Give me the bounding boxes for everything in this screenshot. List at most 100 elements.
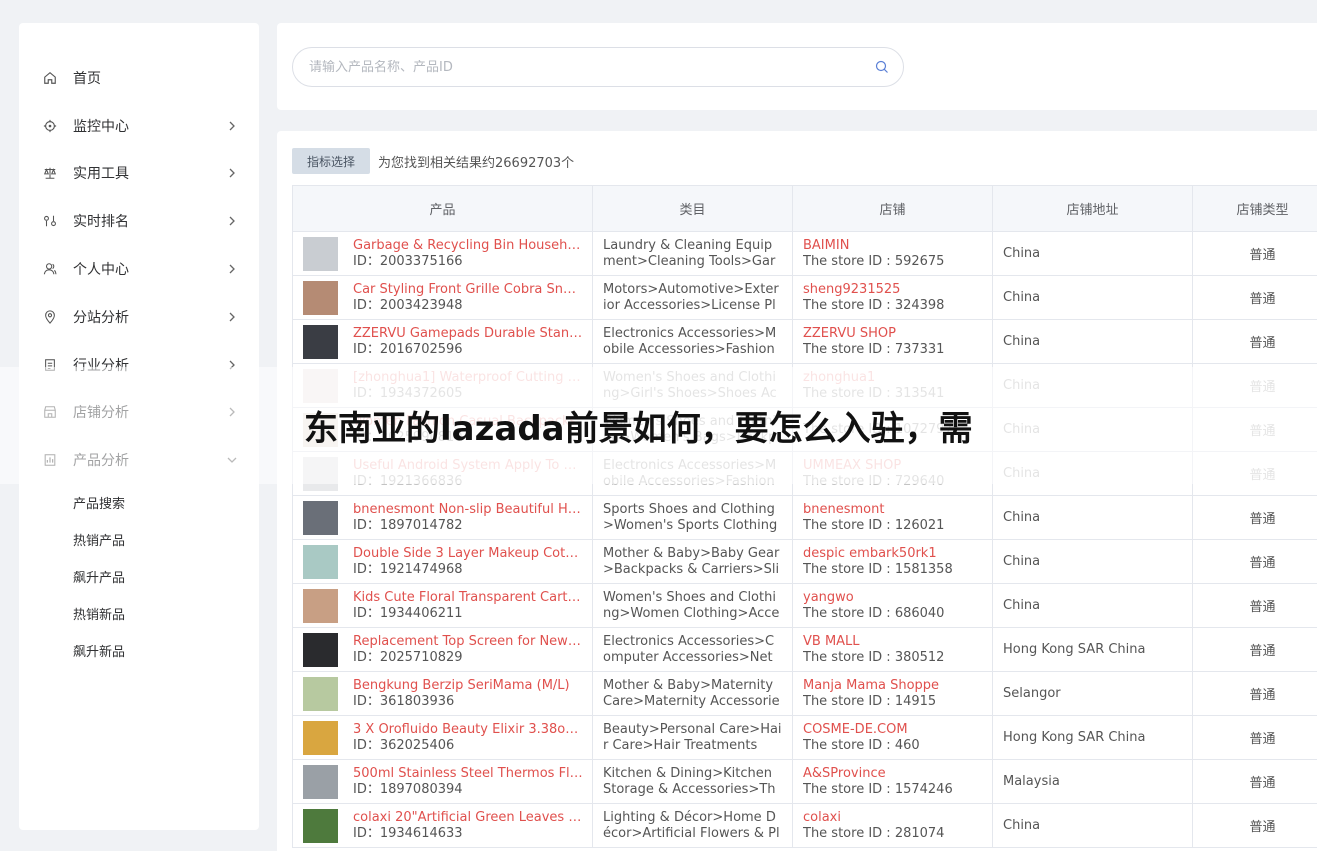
category-cell: Electronics Accessories>Mobile Accessori…	[592, 451, 793, 496]
category-path: Lighting & Décor>Home Décor>Artificial F…	[603, 809, 780, 841]
table-row[interactable]: Bengkung Berzip SeriMama (M/L) ID：3618039…	[292, 671, 1317, 716]
product-name-link[interactable]: ZZERVU Gamepads Durable Stand Holder	[353, 326, 583, 342]
shop-name-link[interactable]: VB MALL	[803, 634, 982, 650]
product-id: ID：1934372605	[353, 385, 463, 401]
column-header-category[interactable]: 类目	[592, 185, 793, 232]
sidebar-item-home[interactable]: 首页	[19, 54, 259, 102]
table-row[interactable]: colaxi 20"Artificial Green Leaves Wreath…	[292, 803, 1317, 848]
shop-name-link[interactable]: despic embark50rk1	[803, 546, 982, 562]
sidebar-item-label: 实用工具	[73, 166, 129, 183]
search-icon[interactable]	[875, 60, 889, 74]
product-name-link[interactable]: bnenesmont Non-slip Beautiful Hip Pad	[353, 502, 583, 518]
product-name-link[interactable]: Kids Cute Floral Transparent Cartoon Sti…	[353, 590, 583, 606]
product-name-link[interactable]: 3 X Orofluido Beauty Elixir 3.38oz, 100m…	[353, 722, 583, 738]
product-thumbnail[interactable]	[303, 720, 338, 755]
category-path: Beauty>Personal Care>Hair Care>Hair Trea…	[603, 721, 782, 753]
sidebar-item-monitor[interactable]: 监控中心	[19, 102, 259, 150]
address-cell: China	[992, 363, 1193, 408]
sidebar-item-tools[interactable]: 实用工具	[19, 150, 259, 198]
product-wrap: Double Side 3 Layer Makeup Cotton PadsID…	[303, 544, 592, 579]
table-row[interactable]: Useful Android System Apply To Smart TVI…	[292, 451, 1317, 496]
submenu-item-rising-products[interactable]: 飙升产品	[73, 558, 259, 595]
shop-name-link[interactable]: ZZERVU SHOP	[803, 326, 982, 342]
shop-name-link[interactable]: yangwo	[803, 590, 982, 606]
address-cell: Hong Kong SAR China	[992, 715, 1193, 760]
shop-name-link[interactable]: COSME-DE.COM	[803, 722, 982, 738]
chevron-right-icon	[227, 407, 237, 417]
product-name-link[interactable]: 500ml Stainless Steel Thermos Flask Bott…	[353, 766, 583, 782]
product-name-link[interactable]: [zhonghua1] Waterproof Cutting Hair Cape	[353, 370, 583, 386]
metric-select-button[interactable]: 指标选择	[292, 148, 371, 174]
product-wrap: 3 X Orofluido Beauty Elixir 3.38oz, 100m…	[303, 720, 592, 755]
product-thumbnail[interactable]	[303, 324, 338, 359]
table-row[interactable]: 500ml Stainless Steel Thermos Flask Bott…	[292, 759, 1317, 804]
submenu-item-rising-new-products[interactable]: 飙升新品	[73, 632, 259, 669]
table-row[interactable]: Garbage & Recycling Bin Household ID：2003…	[292, 231, 1317, 276]
product-thumbnail[interactable]	[303, 456, 338, 491]
shop-name-link[interactable]: A&SProvince	[803, 766, 982, 782]
product-cell: 500ml Stainless Steel Thermos Flask Bott…	[292, 759, 593, 804]
product-thumbnail[interactable]	[303, 632, 338, 667]
shop-name-link[interactable]: sheng9231525	[803, 282, 982, 298]
column-header-shop-type[interactable]: 店铺类型	[1192, 185, 1317, 232]
category-cell: Motors>Automotive>Exterior Accessories>L…	[592, 275, 793, 320]
column-header-shop[interactable]: 店铺	[792, 185, 993, 232]
product-thumbnail[interactable]	[303, 280, 338, 315]
table-row[interactable]: bnenesmont Non-slip Beautiful Hip Pad ID：…	[292, 495, 1317, 540]
column-header-shop-address[interactable]: 店铺地址	[992, 185, 1193, 232]
table-row[interactable]: Replacement Top Screen for New 2DS XLID：…	[292, 627, 1317, 672]
chevron-right-icon	[227, 168, 237, 178]
sidebar-item-store-analysis[interactable]: 店铺分析	[19, 389, 259, 437]
submenu-item-product-search[interactable]: 产品搜索	[73, 484, 259, 521]
product-thumbnail[interactable]	[303, 676, 338, 711]
sidebar-item-label: 监控中心	[73, 118, 129, 135]
submenu-item-hot-new-products[interactable]: 热销新品	[73, 595, 259, 632]
sidebar-item-industry[interactable]: 行业分析	[19, 341, 259, 389]
product-info: 500ml Stainless Steel Thermos Flask Bott…	[353, 766, 583, 798]
sidebar-item-product-analysis[interactable]: 产品分析	[19, 436, 259, 484]
product-thumbnail[interactable]	[303, 588, 338, 623]
search-input[interactable]	[309, 59, 875, 75]
product-name-link[interactable]: Useful Android System Apply To Smart TV	[353, 458, 583, 474]
shop-type-cell: 普通	[1192, 539, 1317, 584]
table-row[interactable]: Car Styling Front Grille Cobra Snake ID：2…	[292, 275, 1317, 320]
product-name-link[interactable]: colaxi 20"Artificial Green Leaves Wreath	[353, 810, 583, 826]
shop-name-link[interactable]: BAIMIN	[803, 238, 982, 254]
shop-name-link[interactable]: UMMEAX SHOP	[803, 458, 982, 474]
product-thumbnail[interactable]	[303, 236, 338, 271]
store-id: The store ID : 592675	[803, 253, 945, 269]
product-thumbnail[interactable]	[303, 808, 338, 843]
product-name-link[interactable]: Bengkung Berzip SeriMama (M/L)	[353, 678, 583, 694]
store-id: The store ID : 1574246	[803, 781, 953, 797]
sidebar-item-label: 个人中心	[73, 262, 129, 279]
product-cell: 3 X Orofluido Beauty Elixir 3.38oz, 100m…	[292, 715, 593, 760]
shop-name-link[interactable]: colaxi	[803, 810, 982, 826]
product-name-link[interactable]: Car Styling Front Grille Cobra Snake	[353, 282, 583, 298]
product-thumbnail[interactable]	[303, 544, 338, 579]
sidebar-item-personal[interactable]: 个人中心	[19, 245, 259, 293]
shop-name-link[interactable]: zhonghua1	[803, 370, 982, 386]
table-row[interactable]: ZZERVU Gamepads Durable Stand HolderID：2…	[292, 319, 1317, 364]
column-header-product[interactable]: 产品	[292, 185, 593, 232]
submenu-item-hot-products[interactable]: 热销产品	[73, 521, 259, 558]
shop-name-link[interactable]: bnenesmont	[803, 502, 982, 518]
store-id: The store ID : 324398	[803, 297, 945, 313]
shop-type-cell: 普通	[1192, 715, 1317, 760]
store-id: The store ID : 460	[803, 737, 920, 753]
sidebar-item-site-analysis[interactable]: 分站分析	[19, 293, 259, 341]
home-icon	[43, 71, 57, 85]
table-row[interactable]: 3 X Orofluido Beauty Elixir 3.38oz, 100m…	[292, 715, 1317, 760]
product-name-link[interactable]: Garbage & Recycling Bin Household	[353, 238, 583, 254]
product-name-link[interactable]: Replacement Top Screen for New 2DS XL	[353, 634, 583, 650]
product-thumbnail[interactable]	[303, 764, 338, 799]
table-row[interactable]: Double Side 3 Layer Makeup Cotton PadsID…	[292, 539, 1317, 584]
table-row[interactable]: Kids Cute Floral Transparent Cartoon Sti…	[292, 583, 1317, 628]
product-thumbnail[interactable]	[303, 500, 338, 535]
product-id: ID：1921366836	[353, 473, 463, 489]
shop-name-link[interactable]: Manja Mama Shoppe	[803, 678, 982, 694]
product-name-link[interactable]: Double Side 3 Layer Makeup Cotton Pads	[353, 546, 583, 562]
sidebar-item-ranking[interactable]: 实时排名	[19, 197, 259, 245]
product-cell: bnenesmont Non-slip Beautiful Hip Pad ID：…	[292, 495, 593, 540]
shop-cell: despic embark50rk1 The store ID : 1581358	[792, 539, 993, 584]
product-thumbnail[interactable]	[303, 368, 338, 403]
